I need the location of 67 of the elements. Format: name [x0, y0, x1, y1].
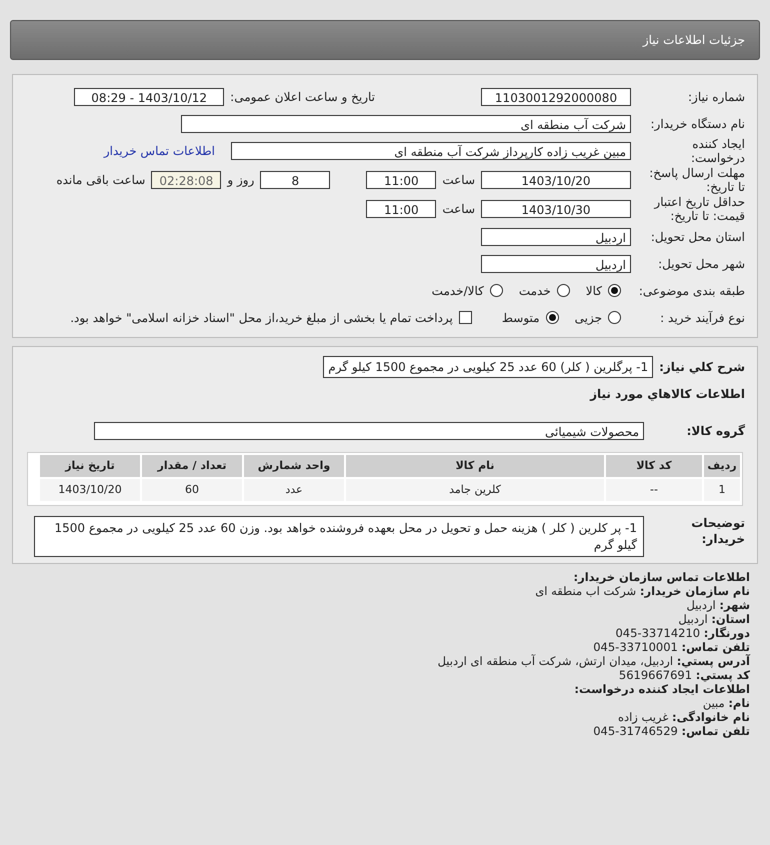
field-label: شرح کلي نياز:: [659, 360, 745, 374]
field-label: نوع فرآیند خرید :: [659, 310, 745, 325]
field-label: تاریخ و ساعت اعلان عمومی:: [230, 90, 375, 104]
need-number-field: 1103001292000080: [481, 88, 631, 106]
field-label: طبقه بندی موضوعی:: [638, 284, 745, 298]
contact-line: نام: مبین: [702, 696, 750, 710]
radio-label: جزیی: [574, 310, 602, 325]
contact-line: آدرس پستي: اردبیل، میدان ارتش، شرکت آب منطقه ای اردبیل: [436, 654, 750, 668]
contact-heading: اطلاعات تماس سازمان خریدار:: [572, 570, 750, 584]
radio-button[interactable]: [490, 284, 503, 298]
table-cell: 1: [704, 479, 740, 502]
remaining-time-field: 02:28:08: [151, 171, 222, 190]
validity-date-field: 1403/10/30: [481, 200, 631, 218]
field-label: توضیحات خریدار:: [690, 516, 745, 548]
field-label: ایجاد کننده درخواست:: [690, 137, 745, 166]
radio-button[interactable]: [608, 284, 621, 298]
creator-field: مبین غریب زاده کارپرداز شرکت آب منطقه ای: [231, 142, 631, 160]
summary-field: 1- پرگلرین ( کلر) 60 عدد 25 کیلویی در مجموع 1500 کیلو گرم: [323, 356, 654, 378]
field-label: شهر محل تحویل:: [657, 256, 745, 271]
column-header: ردیف: [704, 455, 740, 478]
city-field: اردبیل: [481, 254, 631, 273]
field-label: شماره نیاز:: [687, 90, 745, 104]
field-label: حداقل تاریخ اعتبار قیمت: تا تاریخ:: [652, 194, 745, 224]
column-header: واحد شمارش: [244, 455, 344, 478]
notes-field: 1- پر کلرین ( کلر ) هزینه حمل و تحویل در محل بعهده فروشنده خواهد بود. وزن 60 عدد 25 کیلویی در مجموع 1500 گیلو گرم: [34, 516, 644, 557]
checkbox-label: پرداخت تمام یا بخشی از مبلغ خرید،از محل "اسناد خزانه اسلامی" خواهد بود.: [70, 310, 453, 325]
time-label: ساعت: [442, 202, 475, 216]
goods-group-field: محصولات شیمیائی: [94, 422, 644, 440]
announce-date-field: 1403/10/12 - 08:29: [74, 88, 224, 106]
field-label: نام دستگاه خریدار:: [650, 116, 745, 130]
contact-line: شهر: اردبیل: [685, 598, 750, 612]
radio-label: کالا: [586, 284, 602, 298]
table-cell: 1403/10/20: [40, 479, 140, 502]
radio-label: خدمت: [518, 284, 551, 298]
buyer-contact-link[interactable]: اطلاعات تماس خریدار: [104, 144, 215, 158]
table-cell: عدد: [244, 479, 344, 502]
page-title: جزئیات اطلاعات نیاز: [642, 33, 745, 47]
column-header: تعداد / مقدار: [142, 455, 242, 478]
table-cell: کلرین جامد: [346, 479, 604, 502]
time-label: ساعت: [442, 173, 475, 188]
deadline-date-field: 1403/10/20: [481, 171, 631, 190]
table-cell: 60: [142, 479, 242, 502]
column-header: نام کالا: [346, 455, 604, 478]
field-label: مهلت ارسال پاسخ: تا تاریخ:: [648, 166, 745, 195]
deadline-time-field: 11:00: [366, 171, 436, 190]
checkbox[interactable]: [458, 311, 472, 324]
validity-time-field: 11:00: [366, 200, 436, 218]
radio-label: متوسط: [502, 310, 540, 325]
section-heading: اطلاعات کالاهاي مورد نياز: [590, 386, 745, 401]
province-field: اردبیل: [481, 228, 631, 246]
field-label: گروه کالا:: [686, 424, 745, 438]
buyer-name-field: شرکت آب منطقه ای: [181, 114, 631, 132]
days-label: روز و: [227, 173, 254, 188]
radio-button[interactable]: [608, 311, 621, 324]
days-field: 8: [260, 171, 330, 190]
contact-line: نام خانوادگی: غریب زاده: [616, 710, 750, 724]
radio-button[interactable]: [546, 311, 559, 324]
contact-line: استان: اردبیل: [677, 612, 750, 626]
field-label: استان محل تحویل:: [650, 230, 745, 244]
column-header: کد کالا: [606, 455, 702, 478]
remaining-label: ساعت باقی مانده: [56, 173, 146, 188]
column-header: تاریخ نیاز: [40, 455, 140, 478]
contact-heading: اطلاعات ایجاد کننده درخواست:: [573, 682, 750, 696]
contact-line: نام سازمان خریدار: شرکت اب منطقه ای: [534, 584, 750, 598]
radio-button[interactable]: [556, 284, 570, 298]
radio-label: کالا/خدمت: [432, 284, 484, 298]
table-cell: --: [606, 479, 702, 502]
